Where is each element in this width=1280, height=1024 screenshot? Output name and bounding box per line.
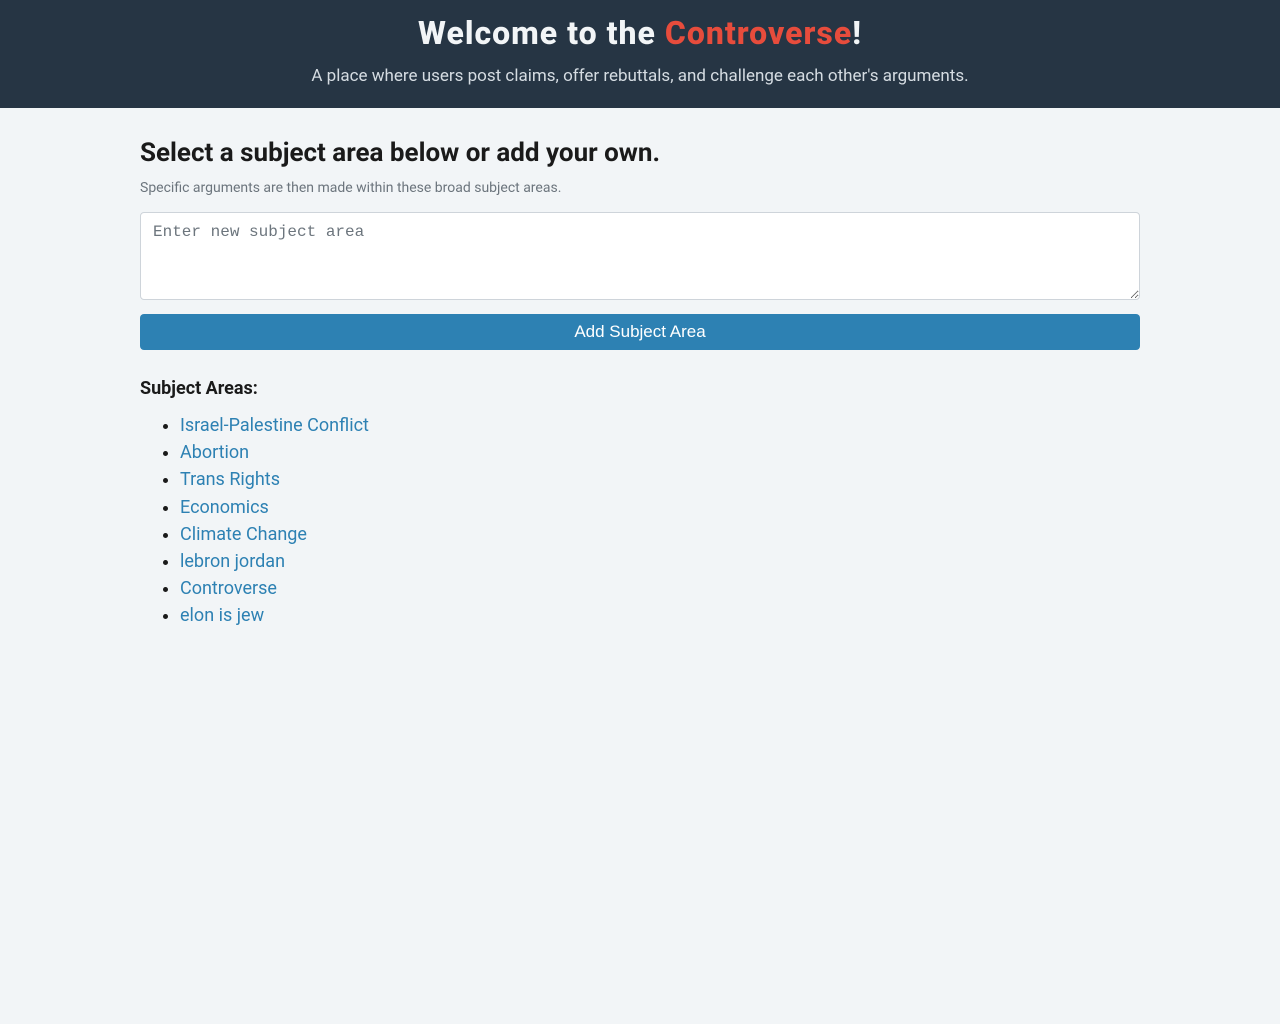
- subject-link[interactable]: Trans Rights: [180, 469, 280, 490]
- title-prefix: Welcome to the: [418, 14, 665, 52]
- list-item: Israel-Palestine Conflict: [180, 413, 1140, 438]
- subject-link[interactable]: Abortion: [180, 442, 249, 463]
- list-item: lebron jordan: [180, 549, 1140, 574]
- title-suffix: !: [852, 14, 862, 52]
- section-heading: Select a subject area below or add your …: [140, 138, 1140, 168]
- list-item: Abortion: [180, 440, 1140, 465]
- subject-link[interactable]: Israel-Palestine Conflict: [180, 415, 369, 436]
- add-subject-button[interactable]: Add Subject Area: [140, 314, 1140, 350]
- subject-link[interactable]: Climate Change: [180, 524, 307, 545]
- subject-link[interactable]: lebron jordan: [180, 551, 285, 572]
- list-item: Controverse: [180, 576, 1140, 601]
- main-container: Select a subject area below or add your …: [140, 108, 1140, 629]
- list-item: elon is jew: [180, 603, 1140, 628]
- section-subheading: Specific arguments are then made within …: [140, 180, 1140, 196]
- list-item: Trans Rights: [180, 467, 1140, 492]
- page-title: Welcome to the Controverse!: [0, 14, 1280, 52]
- page-subtitle: A place where users post claims, offer r…: [0, 66, 1280, 86]
- page-header: Welcome to the Controverse! A place wher…: [0, 0, 1280, 108]
- new-subject-input[interactable]: [140, 212, 1140, 300]
- subject-link[interactable]: elon is jew: [180, 605, 264, 626]
- title-brand: Controverse: [665, 14, 852, 52]
- subject-list-heading: Subject Areas:: [140, 378, 1140, 399]
- list-item: Economics: [180, 495, 1140, 520]
- subject-link[interactable]: Economics: [180, 497, 269, 518]
- list-item: Climate Change: [180, 522, 1140, 547]
- subject-link[interactable]: Controverse: [180, 578, 277, 599]
- subject-areas-list: Israel-Palestine Conflict Abortion Trans R…: [140, 413, 1140, 629]
